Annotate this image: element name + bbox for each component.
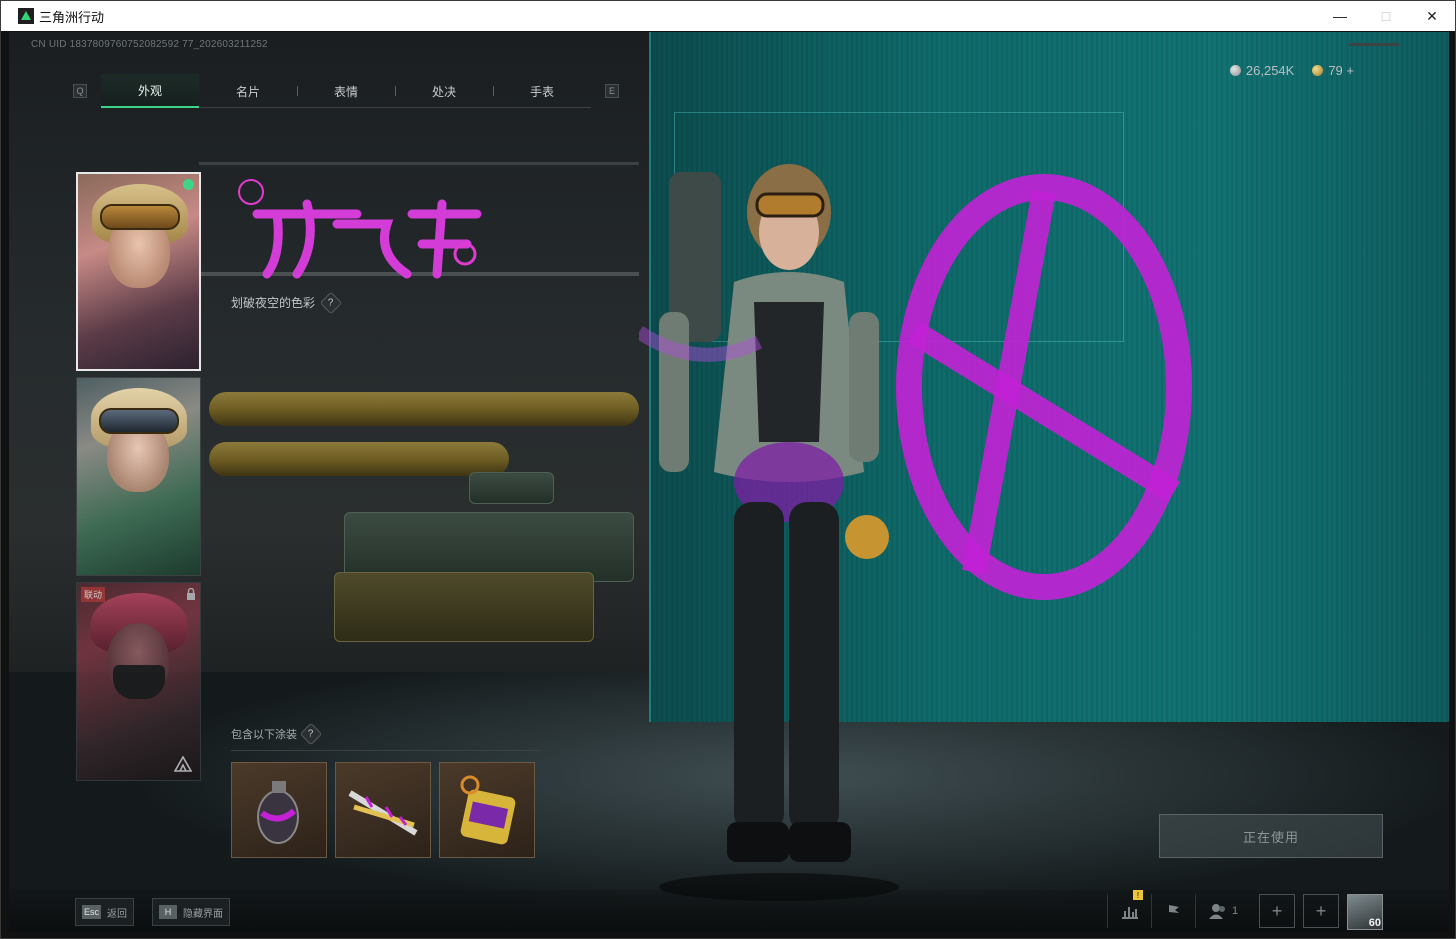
esc-key: Esc	[82, 905, 102, 919]
skin-title-logo	[238, 179, 482, 279]
included-items	[231, 762, 535, 858]
stats-button[interactable]: !	[1107, 890, 1151, 928]
flag-icon	[1168, 905, 1179, 918]
peace-sign-graffiti	[896, 174, 1192, 600]
gold-currency[interactable]: 79 +	[1312, 63, 1354, 78]
bottom-right-toolbar: ! 1 + +	[1107, 890, 1339, 928]
equipped-indicator	[183, 179, 194, 190]
bar-chart-icon	[1121, 907, 1138, 919]
grenade-icon	[257, 781, 299, 844]
minimize-button[interactable]: —	[1317, 1, 1363, 31]
device-skin-item[interactable]	[439, 762, 535, 858]
status-indicator	[1349, 43, 1399, 46]
hide-ui-hint[interactable]: H 隐藏界面	[152, 898, 230, 926]
back-label: 返回	[107, 908, 128, 920]
h-key: H	[159, 905, 177, 919]
hide-ui-label: 隐藏界面	[183, 908, 223, 920]
operator-skin-list: 联动	[76, 172, 202, 787]
supply-crate	[334, 572, 594, 642]
add-slot-button[interactable]: +	[1259, 894, 1295, 928]
title-bar: 三角洲行动 — □ ✕	[1, 1, 1455, 31]
app-logo-icon	[18, 8, 34, 24]
catwalk-upper	[199, 162, 639, 165]
friends-icon	[1208, 904, 1225, 919]
brand-logo-icon	[174, 756, 192, 772]
includes-help-icon[interactable]: ?	[299, 722, 323, 746]
goggles-graphic	[100, 204, 180, 230]
in-use-button[interactable]: 正在使用	[1159, 814, 1383, 858]
knife-skin-item[interactable]	[335, 762, 431, 858]
skin-description: 划破夜空的色彩 ?	[231, 291, 343, 314]
tab-watch[interactable]: 手表	[493, 74, 591, 108]
category-tabs: Q 外观 名片 表情 处决 手表 E	[73, 74, 619, 108]
alert-badge: !	[1133, 890, 1143, 900]
skin-subtitle-text: 划破夜空的色彩	[231, 296, 316, 310]
mask-graphic	[113, 665, 165, 699]
player-avatar[interactable]: 60	[1347, 894, 1383, 930]
skin-card-locked[interactable]: 联动	[76, 582, 201, 781]
flag-button[interactable]	[1151, 894, 1195, 928]
skin-card-selected[interactable]	[76, 172, 201, 371]
operator-character	[639, 164, 899, 901]
gold-coin-icon	[1312, 65, 1324, 76]
friends-count: 1	[1231, 905, 1239, 917]
tab-divider	[297, 86, 298, 96]
player-level: 60	[1368, 917, 1381, 929]
tab-execution[interactable]: 处决	[395, 74, 493, 108]
window-controls: — □ ✕	[1317, 1, 1455, 31]
prev-tab-key[interactable]: Q	[73, 84, 87, 98]
silver-amount: 26,254K	[1245, 63, 1295, 78]
tab-bar: 外观 名片 表情 处决 手表	[101, 74, 591, 108]
silver-coin-icon	[1229, 65, 1241, 76]
game-window: 三角洲行动 — □ ✕ CN UID 1837809760752082592 7…	[0, 0, 1456, 939]
player-uid: CN UID 1837809760752082592 77_2026032112…	[31, 39, 268, 50]
tab-card[interactable]: 名片	[199, 74, 297, 108]
goggles-graphic	[99, 408, 179, 434]
next-tab-key[interactable]: E	[605, 84, 619, 98]
maximize-button[interactable]: □	[1363, 1, 1409, 31]
silver-currency[interactable]: 26,254K	[1229, 63, 1295, 78]
back-hint[interactable]: Esc 返回	[75, 898, 135, 926]
skin-help-icon[interactable]: ?	[319, 291, 343, 314]
yellow-pipe	[209, 392, 639, 426]
included-skins-label: 包含以下涂装	[231, 729, 297, 741]
game-viewport: CN UID 1837809760752082592 77_2026032112…	[9, 32, 1449, 932]
tab-divider	[395, 86, 396, 96]
yellow-pipe	[209, 442, 509, 476]
skin-card[interactable]	[76, 377, 201, 576]
currency-display: 26,254K 79 +	[1229, 63, 1354, 78]
lock-icon	[187, 588, 195, 600]
friends-button[interactable]: 1	[1195, 894, 1251, 928]
included-skins-header: 包含以下涂装 ?	[231, 722, 323, 746]
tab-emote[interactable]: 表情	[297, 74, 395, 108]
device-icon	[460, 775, 516, 845]
add-slot-button[interactable]: +	[1303, 894, 1339, 928]
tab-appearance[interactable]: 外观	[101, 74, 199, 108]
tab-divider	[493, 86, 494, 96]
gold-amount: 79 +	[1328, 63, 1354, 78]
collab-badge: 联动	[81, 587, 106, 602]
grenade-skin-item[interactable]	[231, 762, 327, 858]
close-button[interactable]: ✕	[1409, 1, 1455, 31]
window-title: 三角洲行动	[39, 9, 105, 25]
knife-icon	[348, 790, 418, 836]
divider	[231, 750, 541, 751]
control-box	[469, 472, 554, 504]
